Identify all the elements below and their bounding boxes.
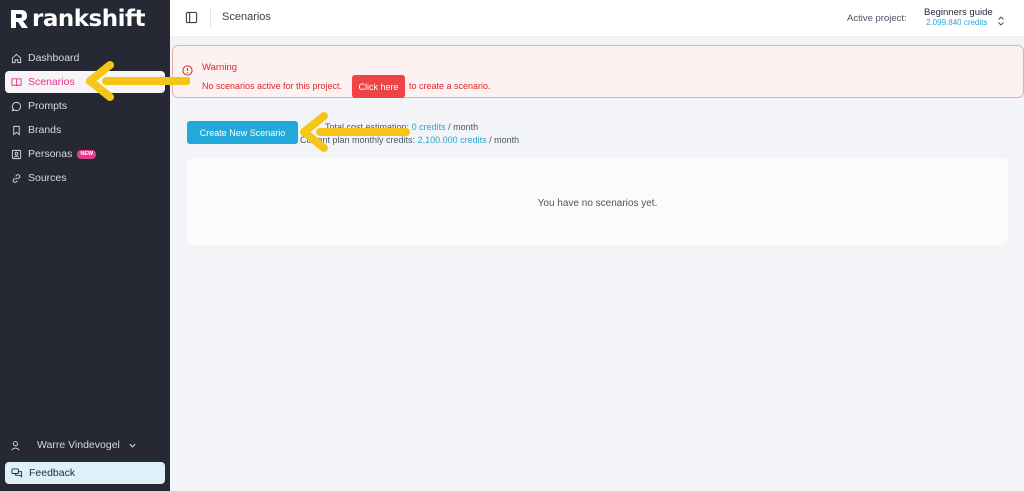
arrow-left-icon — [86, 61, 190, 101]
top-bar: Scenarios Active project: Beginners guid… — [170, 0, 1024, 37]
plan-unit: / month — [489, 135, 520, 145]
book-icon — [11, 77, 22, 88]
home-icon — [11, 53, 22, 64]
warning-title: Warning — [202, 62, 238, 73]
cost-value: 0 credits — [411, 122, 446, 132]
chat-icon — [11, 101, 22, 112]
user-icon — [10, 440, 21, 451]
empty-state-text: You have no scenarios yet. — [537, 198, 658, 209]
empty-state-card: You have no scenarios yet. — [187, 158, 1008, 245]
bookmark-icon — [11, 125, 22, 136]
page-title: Scenarios — [222, 11, 271, 23]
link-icon — [11, 173, 22, 184]
warning-alert: Warning No scenarios active for this pro… — [172, 45, 1024, 98]
sidebar-item-brands[interactable]: Brands — [5, 119, 165, 141]
sidebar-item-label: Brands — [28, 124, 62, 136]
toggle-sidebar-icon[interactable] — [185, 11, 198, 29]
sidebar-item-label: Prompts — [28, 100, 68, 112]
person-card-icon — [11, 149, 22, 160]
sidebar-item-sources[interactable]: Sources — [5, 167, 165, 189]
divider — [210, 8, 211, 28]
rankshift-logo[interactable]: rankshift — [8, 6, 145, 32]
click-here-button[interactable]: Click here — [352, 75, 405, 98]
main-content: Warning No scenarios active for this pro… — [170, 37, 1024, 491]
plan-value: 2.100.000 credits — [417, 135, 487, 145]
active-project-label: Active project: — [847, 13, 907, 24]
sidebar-item-label: Personas — [28, 148, 73, 160]
create-new-scenario-button[interactable]: Create New Scenario — [187, 121, 298, 144]
feedback-chat-icon — [11, 467, 23, 479]
project-name[interactable]: Beginners guide — [924, 7, 993, 18]
sidebar-item-personas[interactable]: Personas NEW — [5, 143, 165, 165]
feedback-button[interactable]: Feedback — [5, 462, 165, 484]
rankshift-logo-icon — [11, 10, 28, 28]
chevron-down-icon — [128, 441, 137, 450]
project-credits: 2.099.840 credits — [926, 18, 988, 27]
user-menu[interactable]: Warre Vindevogel — [10, 437, 137, 453]
warning-text-after: to create a scenario. — [409, 81, 491, 91]
arrow-left-icon — [300, 112, 410, 152]
new-badge: NEW — [77, 149, 97, 159]
cost-unit: / month — [448, 122, 479, 132]
user-name: Warre Vindevogel — [37, 439, 120, 451]
warning-text: No scenarios active for this project. — [202, 81, 343, 91]
sidebar-item-label: Dashboard — [28, 52, 80, 64]
feedback-label: Feedback — [29, 467, 76, 479]
sidebar-item-label: Sources — [28, 172, 67, 184]
logo-text: rankshift — [32, 6, 145, 32]
chevron-up-down-icon[interactable] — [997, 13, 1005, 31]
sidebar-item-label: Scenarios — [28, 76, 75, 88]
